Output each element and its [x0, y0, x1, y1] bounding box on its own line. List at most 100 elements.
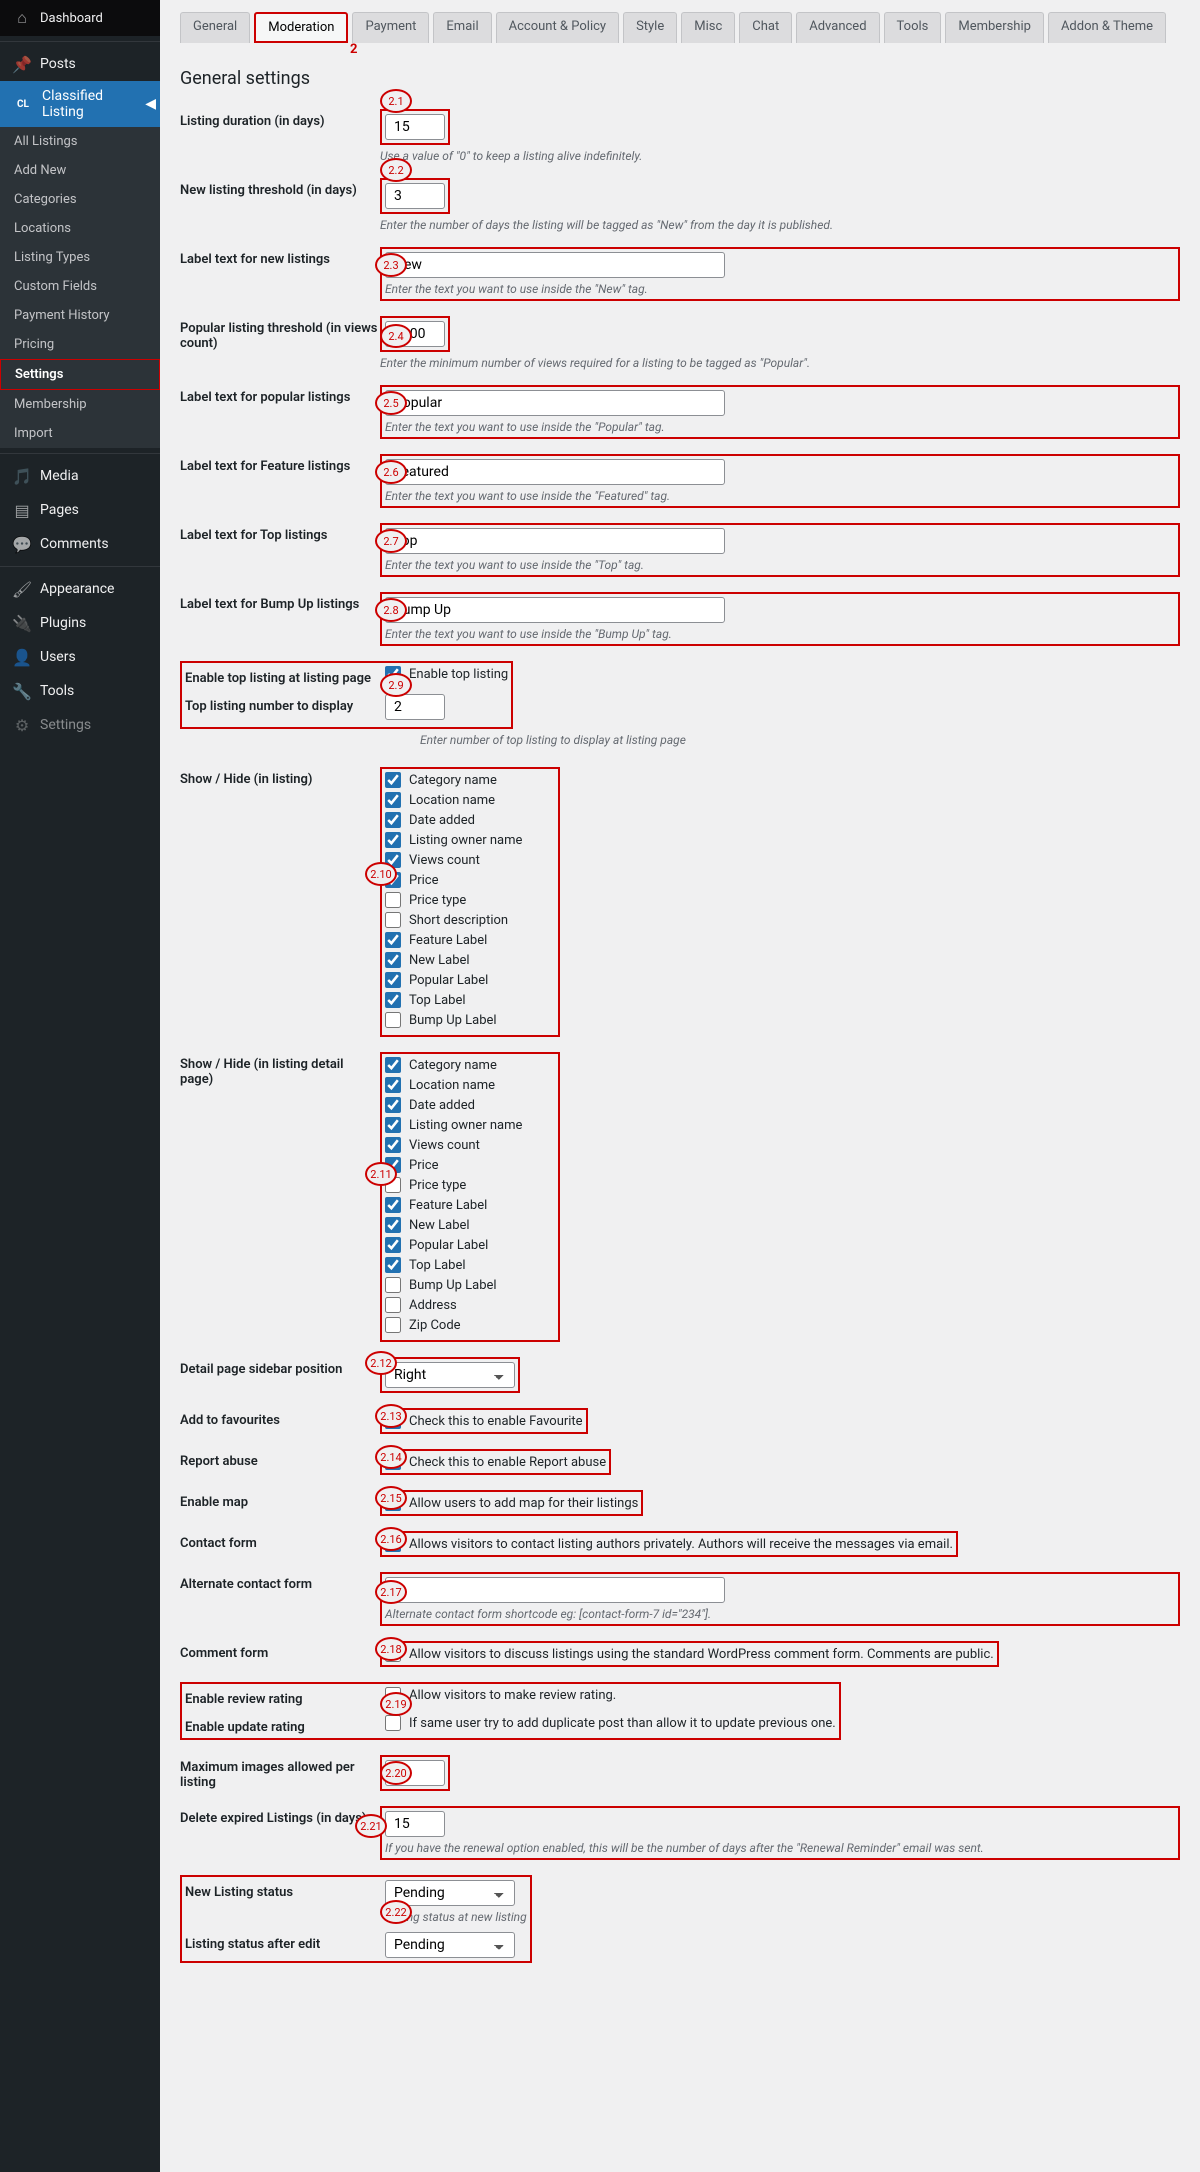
showhide-detail-checkbox-7[interactable]	[385, 1197, 401, 1213]
showhide-detail-checkbox-2[interactable]	[385, 1097, 401, 1113]
sidebar-users[interactable]: 👤Users	[0, 640, 160, 674]
showhide-detail-checkbox-0[interactable]	[385, 1057, 401, 1073]
cb-label-contact: Allows visitors to contact listing autho…	[409, 1537, 953, 1552]
annotation-2-20: 2.20	[380, 1761, 412, 1785]
sidebar-sub-add-new[interactable]: Add New	[0, 156, 160, 185]
chevron-left-icon: ◀	[145, 96, 156, 112]
main-content: 2 GeneralModerationPaymentEmailAccount &…	[160, 0, 1200, 2172]
showhide-detail-checkbox-12[interactable]	[385, 1297, 401, 1313]
showhide-detail-checkbox-1[interactable]	[385, 1077, 401, 1093]
dashboard-link[interactable]: ⌂Dashboard	[0, 0, 160, 36]
sidebar-sub-payment-history[interactable]: Payment History	[0, 301, 160, 330]
showhide-listing-checkbox-8[interactable]	[385, 932, 401, 948]
sidebar-sub-pricing[interactable]: Pricing	[0, 330, 160, 359]
select-edit-status[interactable]: Pending	[385, 1932, 515, 1958]
annotation-2-11: 2.11	[365, 1162, 397, 1186]
sidebar-sub-import[interactable]: Import	[0, 419, 160, 448]
sidebar-sub-categories[interactable]: Categories	[0, 185, 160, 214]
showhide-listing-checkbox-6[interactable]	[385, 892, 401, 908]
input-top-number[interactable]	[385, 694, 445, 720]
showhide-listing-option: Popular Label	[385, 972, 555, 988]
sidebar-sub-all-listings[interactable]: All Listings	[0, 127, 160, 156]
tab-moderation[interactable]: Moderation	[254, 12, 348, 43]
cl-icon: CL	[12, 95, 34, 113]
showhide-listing-checkbox-12[interactable]	[385, 1012, 401, 1028]
cb-label-map: Allow users to add map for their listing…	[409, 1496, 638, 1511]
desc-label-feature: Enter the text you want to use inside th…	[385, 489, 1175, 503]
label-listing-duration: Listing duration (in days)	[180, 109, 380, 129]
input-label-bump[interactable]	[385, 597, 725, 623]
input-listing-duration[interactable]	[385, 114, 445, 140]
input-new-threshold[interactable]	[385, 183, 445, 209]
sidebar-classified[interactable]: CLClassified Listing◀	[0, 81, 160, 127]
annotation-2-12: 2.12	[365, 1351, 397, 1375]
showhide-detail-checkbox-9[interactable]	[385, 1237, 401, 1253]
showhide-detail-checkbox-10[interactable]	[385, 1257, 401, 1273]
sidebar-sub-custom-fields[interactable]: Custom Fields	[0, 272, 160, 301]
annotation-2-6: 2.6	[375, 460, 407, 484]
checkbox-update[interactable]	[385, 1715, 401, 1731]
sidebar-settings[interactable]: ⚙Settings	[0, 708, 160, 742]
select-sidebar-position[interactable]: Right	[385, 1362, 515, 1388]
showhide-detail-label: Views count	[409, 1138, 480, 1153]
tab-advanced[interactable]: Advanced	[796, 12, 879, 43]
tab-tools[interactable]: Tools	[884, 12, 942, 43]
label-contact: Contact form	[180, 1531, 380, 1551]
input-label-feature[interactable]	[385, 459, 725, 485]
sidebar-appearance[interactable]: 🖌Appearance	[0, 572, 160, 606]
input-label-new[interactable]	[385, 252, 725, 278]
showhide-listing-checkbox-2[interactable]	[385, 812, 401, 828]
tab-payment[interactable]: Payment	[352, 12, 429, 43]
showhide-listing-checkbox-9[interactable]	[385, 952, 401, 968]
showhide-listing-checkbox-3[interactable]	[385, 832, 401, 848]
tab-chat[interactable]: Chat	[739, 12, 792, 43]
sidebar-plugins[interactable]: 🔌Plugins	[0, 606, 160, 640]
admin-sidebar: ⌂Dashboard 📌Posts CLClassified Listing◀ …	[0, 0, 160, 2172]
showhide-detail-checkbox-13[interactable]	[385, 1317, 401, 1333]
sidebar-sub-settings[interactable]: Settings	[0, 359, 160, 390]
showhide-detail-checkbox-4[interactable]	[385, 1137, 401, 1153]
showhide-detail-checkbox-8[interactable]	[385, 1217, 401, 1233]
showhide-listing-checkbox-7[interactable]	[385, 912, 401, 928]
showhide-detail-label: Feature Label	[409, 1198, 487, 1213]
label-sidebar-position: Detail page sidebar position	[180, 1357, 380, 1377]
showhide-detail-label: Location name	[409, 1078, 495, 1093]
label-enable-top: Enable top listing at listing page	[185, 666, 385, 686]
users-icon: 👤	[12, 647, 32, 667]
sidebar-sub-listing-types[interactable]: Listing Types	[0, 243, 160, 272]
showhide-detail-checkbox-3[interactable]	[385, 1117, 401, 1133]
wrench-icon: 🔧	[12, 681, 32, 701]
input-alt-contact[interactable]	[385, 1577, 725, 1603]
sidebar-sub-locations[interactable]: Locations	[0, 214, 160, 243]
annotation-2-18: 2.18	[375, 1637, 407, 1661]
tab-account-policy[interactable]: Account & Policy	[496, 12, 619, 43]
showhide-listing-checkbox-11[interactable]	[385, 992, 401, 1008]
tab-addon-theme[interactable]: Addon & Theme	[1048, 12, 1166, 43]
annotation-2-13: 2.13	[375, 1404, 407, 1428]
label-map: Enable map	[180, 1490, 380, 1510]
showhide-detail-label: Popular Label	[409, 1238, 488, 1253]
showhide-listing-checkbox-10[interactable]	[385, 972, 401, 988]
tab-email[interactable]: Email	[433, 12, 491, 43]
sidebar-tools[interactable]: 🔧Tools	[0, 674, 160, 708]
tab-membership[interactable]: Membership	[945, 12, 1044, 43]
showhide-listing-checkbox-0[interactable]	[385, 772, 401, 788]
showhide-detail-label: Category name	[409, 1058, 497, 1073]
tab-style[interactable]: Style	[623, 12, 677, 43]
input-label-popular[interactable]	[385, 390, 725, 416]
sidebar-pages[interactable]: ▤Pages	[0, 493, 160, 527]
tab-misc[interactable]: Misc	[681, 12, 735, 43]
sidebar-media[interactable]: 🎵Media	[0, 459, 160, 493]
showhide-detail-label: Date added	[409, 1098, 475, 1113]
showhide-detail-checkbox-11[interactable]	[385, 1277, 401, 1293]
tab-general[interactable]: General	[180, 12, 250, 43]
sidebar-comments[interactable]: 💬Comments	[0, 527, 160, 561]
input-label-top[interactable]	[385, 528, 725, 554]
label-review: Enable review rating	[185, 1687, 385, 1707]
input-delete-expired[interactable]	[385, 1811, 445, 1837]
sidebar-posts[interactable]: 📌Posts	[0, 47, 160, 81]
sidebar-sub-membership[interactable]: Membership	[0, 390, 160, 419]
label-showhide-listing: Show / Hide (in listing)	[180, 767, 380, 787]
cb-label-review: Allow visitors to make review rating.	[409, 1688, 616, 1703]
showhide-listing-checkbox-1[interactable]	[385, 792, 401, 808]
